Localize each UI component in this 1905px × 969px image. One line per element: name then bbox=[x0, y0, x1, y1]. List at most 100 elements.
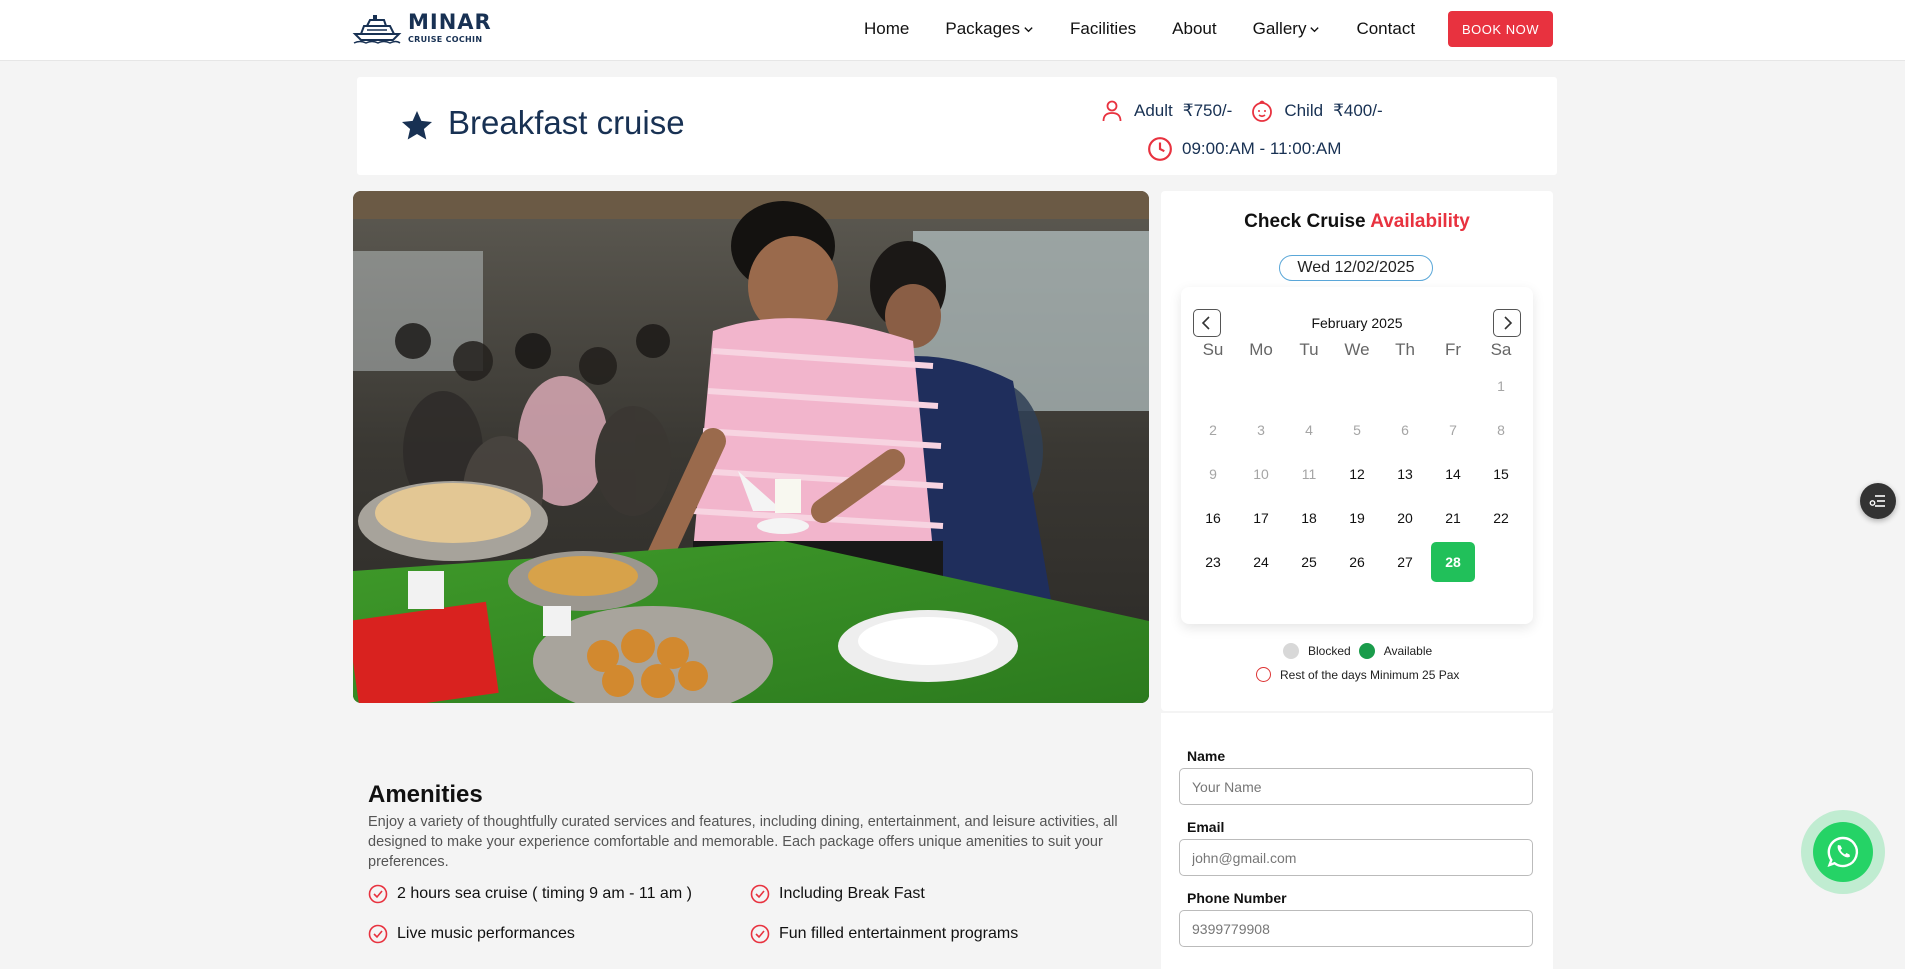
nav-packages[interactable]: Packages bbox=[945, 19, 1034, 39]
nav-contact[interactable]: Contact bbox=[1356, 19, 1415, 39]
rest-dot bbox=[1256, 667, 1271, 682]
email-input[interactable] bbox=[1179, 839, 1533, 876]
breakfast-buffet-image bbox=[353, 191, 1149, 703]
nav-home[interactable]: Home bbox=[864, 19, 909, 39]
calendar-weekday: Sa bbox=[1490, 340, 1512, 359]
calendar-day-selected[interactable]: 28 bbox=[1429, 540, 1477, 584]
book-now-button[interactable]: BOOK NOW bbox=[1448, 11, 1553, 47]
calendar-grid: Su Mo Tu We Th Fr Sa 1 2 3 4 5 6 7 8 9 10 11 12 13 14 15 16 17 1… bbox=[1189, 336, 1525, 584]
site-header: MINAR CRUISE COCHIN Home Packages Facili… bbox=[0, 0, 1905, 61]
calendar-day[interactable]: 12 bbox=[1333, 452, 1381, 496]
amenity-text: Live music performances bbox=[397, 925, 575, 942]
nav-packages-label: Packages bbox=[945, 19, 1021, 38]
calendar-day: 7 bbox=[1449, 422, 1457, 438]
legend-rest: Rest of the days Minimum 25 Pax bbox=[1280, 667, 1460, 682]
chevron-down-icon bbox=[1024, 26, 1033, 32]
accessibility-toggle-button[interactable] bbox=[1860, 483, 1896, 519]
calendar-day[interactable]: 27 bbox=[1381, 540, 1429, 584]
brand-logo[interactable]: MINAR CRUISE COCHIN bbox=[352, 12, 492, 44]
chevron-down-icon bbox=[1310, 26, 1320, 32]
calendar-day[interactable]: 16 bbox=[1189, 496, 1237, 540]
whatsapp-button[interactable] bbox=[1813, 822, 1873, 882]
brand-name: MINAR bbox=[408, 10, 492, 34]
amenity-text: Fun filled entertainment programs bbox=[779, 925, 1019, 942]
nav-gallery-label: Gallery bbox=[1252, 19, 1307, 38]
calendar-weekday: Mo bbox=[1249, 340, 1273, 359]
check-circle-icon bbox=[368, 924, 388, 944]
legend-row: Blocked Available bbox=[1283, 643, 1432, 659]
calendar: February 2025 Su Mo Tu We Th Fr Sa 1 2 3 4 5 6 7 8 9 10 1… bbox=[1181, 287, 1533, 624]
page-title: Breakfast cruise bbox=[448, 104, 685, 141]
calendar-day: 1 bbox=[1497, 378, 1505, 394]
main-nav: Home Packages Facilities About Gallery C… bbox=[864, 19, 1451, 39]
amenity-item: Fun filled entertainment programs bbox=[750, 924, 1018, 944]
calendar-day[interactable]: 24 bbox=[1237, 540, 1285, 584]
calendar-day: 10 bbox=[1253, 466, 1269, 482]
timing-text: 09:00:AM - 11:00:AM bbox=[1182, 139, 1342, 158]
adult-label: Adult bbox=[1134, 101, 1173, 120]
cruise-photo bbox=[353, 191, 1149, 703]
calendar-day[interactable]: 17 bbox=[1237, 496, 1285, 540]
check-circle-icon bbox=[750, 924, 770, 944]
brand-tagline: CRUISE COCHIN bbox=[408, 35, 483, 44]
calendar-day: 6 bbox=[1401, 422, 1409, 438]
calendar-day: 9 bbox=[1209, 466, 1217, 482]
ship-logo-icon bbox=[352, 15, 402, 44]
calendar-empty-cell bbox=[1429, 364, 1477, 408]
legend-available: Available bbox=[1383, 644, 1433, 658]
amenity-text: 2 hours sea cruise ( timing 9 am - 11 am… bbox=[397, 885, 692, 902]
booking-form: Name Email Phone Number bbox=[1161, 713, 1553, 969]
availability-panel: Check Cruise Availability Wed 12/02/2025… bbox=[1161, 191, 1553, 711]
availability-title-part1: Check Cruise bbox=[1244, 211, 1366, 232]
check-circle-icon bbox=[750, 884, 770, 904]
nav-about[interactable]: About bbox=[1172, 19, 1216, 39]
calendar-day[interactable]: 20 bbox=[1381, 496, 1429, 540]
calendar-next-button[interactable] bbox=[1493, 309, 1521, 337]
adult-price: ₹750/- bbox=[1182, 101, 1233, 120]
settings-toggle-icon bbox=[1869, 495, 1885, 507]
amenities-description: Enjoy a variety of thoughtfully curated … bbox=[368, 814, 1118, 870]
calendar-empty-cell bbox=[1333, 364, 1381, 408]
calendar-day[interactable]: 15 bbox=[1477, 452, 1525, 496]
calendar-day[interactable]: 19 bbox=[1333, 496, 1381, 540]
legend-rest-row: Rest of the days Minimum 25 Pax bbox=[1256, 667, 1459, 682]
calendar-day[interactable]: 14 bbox=[1429, 452, 1477, 496]
calendar-day[interactable]: 25 bbox=[1285, 540, 1333, 584]
available-dot bbox=[1358, 643, 1375, 659]
calendar-day: 5 bbox=[1353, 422, 1361, 438]
phone-input[interactable] bbox=[1179, 910, 1533, 947]
selected-date-input[interactable]: Wed 12/02/2025 bbox=[1279, 255, 1433, 281]
calendar-day[interactable]: 21 bbox=[1429, 496, 1477, 540]
email-label: Email bbox=[1187, 819, 1225, 835]
calendar-empty-cell bbox=[1237, 364, 1285, 408]
calendar-weekday: Tu bbox=[1299, 340, 1319, 359]
calendar-day[interactable]: 22 bbox=[1477, 496, 1525, 540]
calendar-empty-cell bbox=[1381, 364, 1429, 408]
whatsapp-icon bbox=[1827, 836, 1859, 868]
name-input[interactable] bbox=[1179, 768, 1533, 805]
child-face-icon bbox=[1252, 100, 1273, 122]
calendar-day[interactable]: 18 bbox=[1285, 496, 1333, 540]
name-label: Name bbox=[1187, 748, 1226, 764]
calendar-weekday: We bbox=[1344, 340, 1370, 359]
nav-facilities[interactable]: Facilities bbox=[1070, 19, 1136, 39]
child-label: Child bbox=[1284, 101, 1324, 120]
nav-gallery[interactable]: Gallery bbox=[1253, 19, 1321, 39]
calendar-day: 11 bbox=[1301, 466, 1317, 482]
calendar-empty-cell bbox=[1285, 364, 1333, 408]
amenities-title: Amenities bbox=[368, 781, 483, 808]
availability-title: Check Cruise Availability bbox=[1161, 211, 1553, 233]
calendar-day[interactable]: 13 bbox=[1381, 452, 1429, 496]
amenity-item: 2 hours sea cruise ( timing 9 am - 11 am… bbox=[368, 884, 692, 904]
calendar-weekday: Su bbox=[1202, 340, 1224, 359]
calendar-day: 4 bbox=[1305, 422, 1313, 438]
calendar-day: 3 bbox=[1257, 422, 1265, 438]
chevron-right-icon bbox=[1504, 316, 1513, 330]
child-price: ₹400/- bbox=[1333, 101, 1383, 120]
calendar-day[interactable]: 23 bbox=[1189, 540, 1237, 584]
clock-icon bbox=[1148, 137, 1172, 161]
calendar-day[interactable]: 26 bbox=[1333, 540, 1381, 584]
timing-row: 09:00:AM - 11:00:AM bbox=[1147, 136, 1341, 162]
adult-user-icon bbox=[1102, 100, 1122, 122]
calendar-weekday: Th bbox=[1395, 340, 1415, 359]
